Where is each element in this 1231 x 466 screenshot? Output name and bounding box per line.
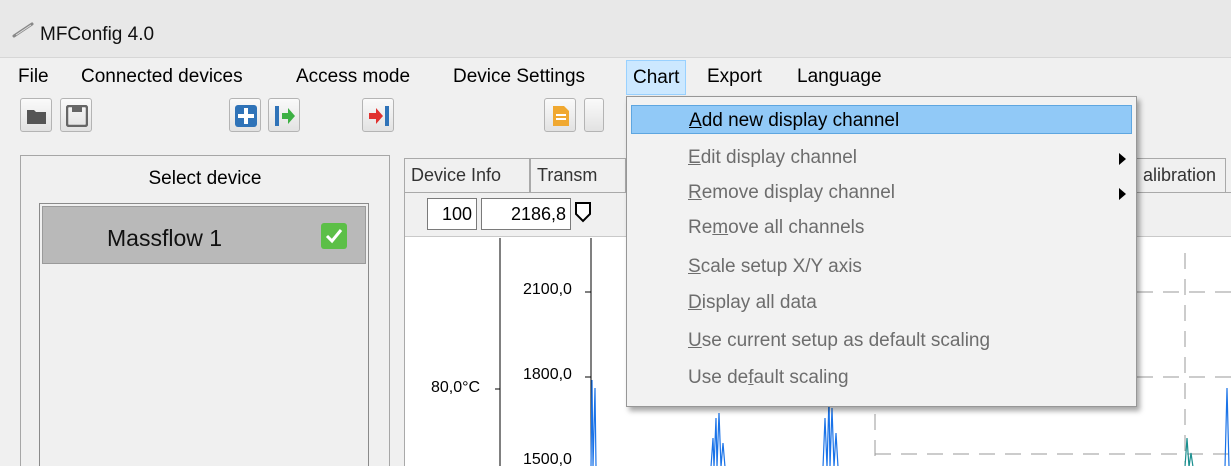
open-folder-icon xyxy=(27,110,46,124)
select-device-panel: Select device Massflow 1 xyxy=(20,155,390,466)
series-line xyxy=(710,412,726,466)
menu-item-scale-setup[interactable]: Scale setup X/Y axis xyxy=(631,252,1132,281)
app-pen-icon xyxy=(12,22,34,38)
connect-icon xyxy=(275,106,295,126)
menu-bar: File Connected devices Access mode Devic… xyxy=(0,59,1231,95)
submenu-arrow-icon xyxy=(1119,153,1126,165)
report-button[interactable] xyxy=(544,98,576,132)
menu-access-mode[interactable]: Access mode xyxy=(296,66,410,90)
device-row[interactable]: Massflow 1 xyxy=(42,206,366,264)
menu-connected-devices[interactable]: Connected devices xyxy=(81,66,243,90)
menu-item-remove-display-channel[interactable]: Remove display channel xyxy=(631,178,1132,207)
document-icon xyxy=(553,106,569,126)
tab-device-info[interactable]: Device Info xyxy=(404,158,530,192)
menu-item-label: Remove display channel xyxy=(688,182,896,203)
series-line xyxy=(822,397,839,466)
menu-device-settings[interactable]: Device Settings xyxy=(453,66,585,90)
menu-item-label: Display all data xyxy=(688,292,817,313)
y-tick-label: 1500,0 xyxy=(523,451,572,466)
menu-item-label: Remove all channels xyxy=(688,217,865,238)
window-title: MFConfig 4.0 xyxy=(40,24,155,45)
device-list: Massflow 1 xyxy=(39,203,369,466)
menu-item-label: Edit display channel xyxy=(688,147,858,168)
disconnect-button[interactable] xyxy=(362,98,394,132)
select-device-header: Select device xyxy=(148,168,262,189)
add-device-button[interactable] xyxy=(229,98,261,132)
menu-item-edit-display-channel[interactable]: Edit display channel xyxy=(631,143,1132,172)
chart-menu-dropdown: Add new display channel Edit display cha… xyxy=(626,96,1137,407)
menu-chart[interactable]: Chart xyxy=(626,60,687,95)
open-button[interactable] xyxy=(20,98,52,132)
submenu-arrow-icon xyxy=(1119,188,1126,200)
tab-transmission[interactable]: Transm xyxy=(530,158,626,192)
menu-item-use-default-scaling[interactable]: Use default scaling xyxy=(631,363,1132,392)
menu-file[interactable]: File xyxy=(18,66,49,90)
y-tick-label: 1800,0 xyxy=(523,366,572,383)
title-bar: MFConfig 4.0 xyxy=(0,0,1231,58)
menu-item-use-current-setup-default[interactable]: Use current setup as default scaling xyxy=(631,326,1132,355)
connect-button[interactable] xyxy=(268,98,300,132)
menu-item-label: Use default scaling xyxy=(688,367,849,388)
y-tick-label: 2100,0 xyxy=(523,281,572,298)
tab-calibration[interactable]: alibration xyxy=(1136,158,1226,192)
menu-item-remove-all-channels[interactable]: Remove all channels xyxy=(631,213,1132,242)
chart-points-field[interactable]: 100 xyxy=(427,198,477,230)
chart-value-field[interactable]: 2186,8 xyxy=(481,198,571,230)
toolbar-button-partial[interactable] xyxy=(584,98,604,132)
menu-export[interactable]: Export xyxy=(707,66,762,90)
device-name: Massflow 1 xyxy=(107,225,223,251)
save-disk-icon xyxy=(66,105,88,127)
checkmark-icon[interactable] xyxy=(321,223,347,249)
secondary-y-tick-label: 80,0°C xyxy=(431,379,481,396)
menu-language[interactable]: Language xyxy=(797,66,882,90)
series-line xyxy=(1184,437,1194,466)
menu-item-display-all-data[interactable]: Display all data xyxy=(631,288,1132,317)
menu-item-label: Scale setup X/Y axis xyxy=(688,256,862,277)
add-device-icon xyxy=(235,105,257,127)
menu-item-label: Use current setup as default scaling xyxy=(688,330,991,351)
save-button[interactable] xyxy=(60,98,92,132)
disconnect-icon xyxy=(369,106,389,126)
menu-item-add-display-channel[interactable]: Add new display channel xyxy=(631,105,1132,134)
series-line xyxy=(590,379,597,466)
marker-shield-icon[interactable] xyxy=(573,201,593,223)
menu-item-label: Add new display channel xyxy=(689,110,900,131)
